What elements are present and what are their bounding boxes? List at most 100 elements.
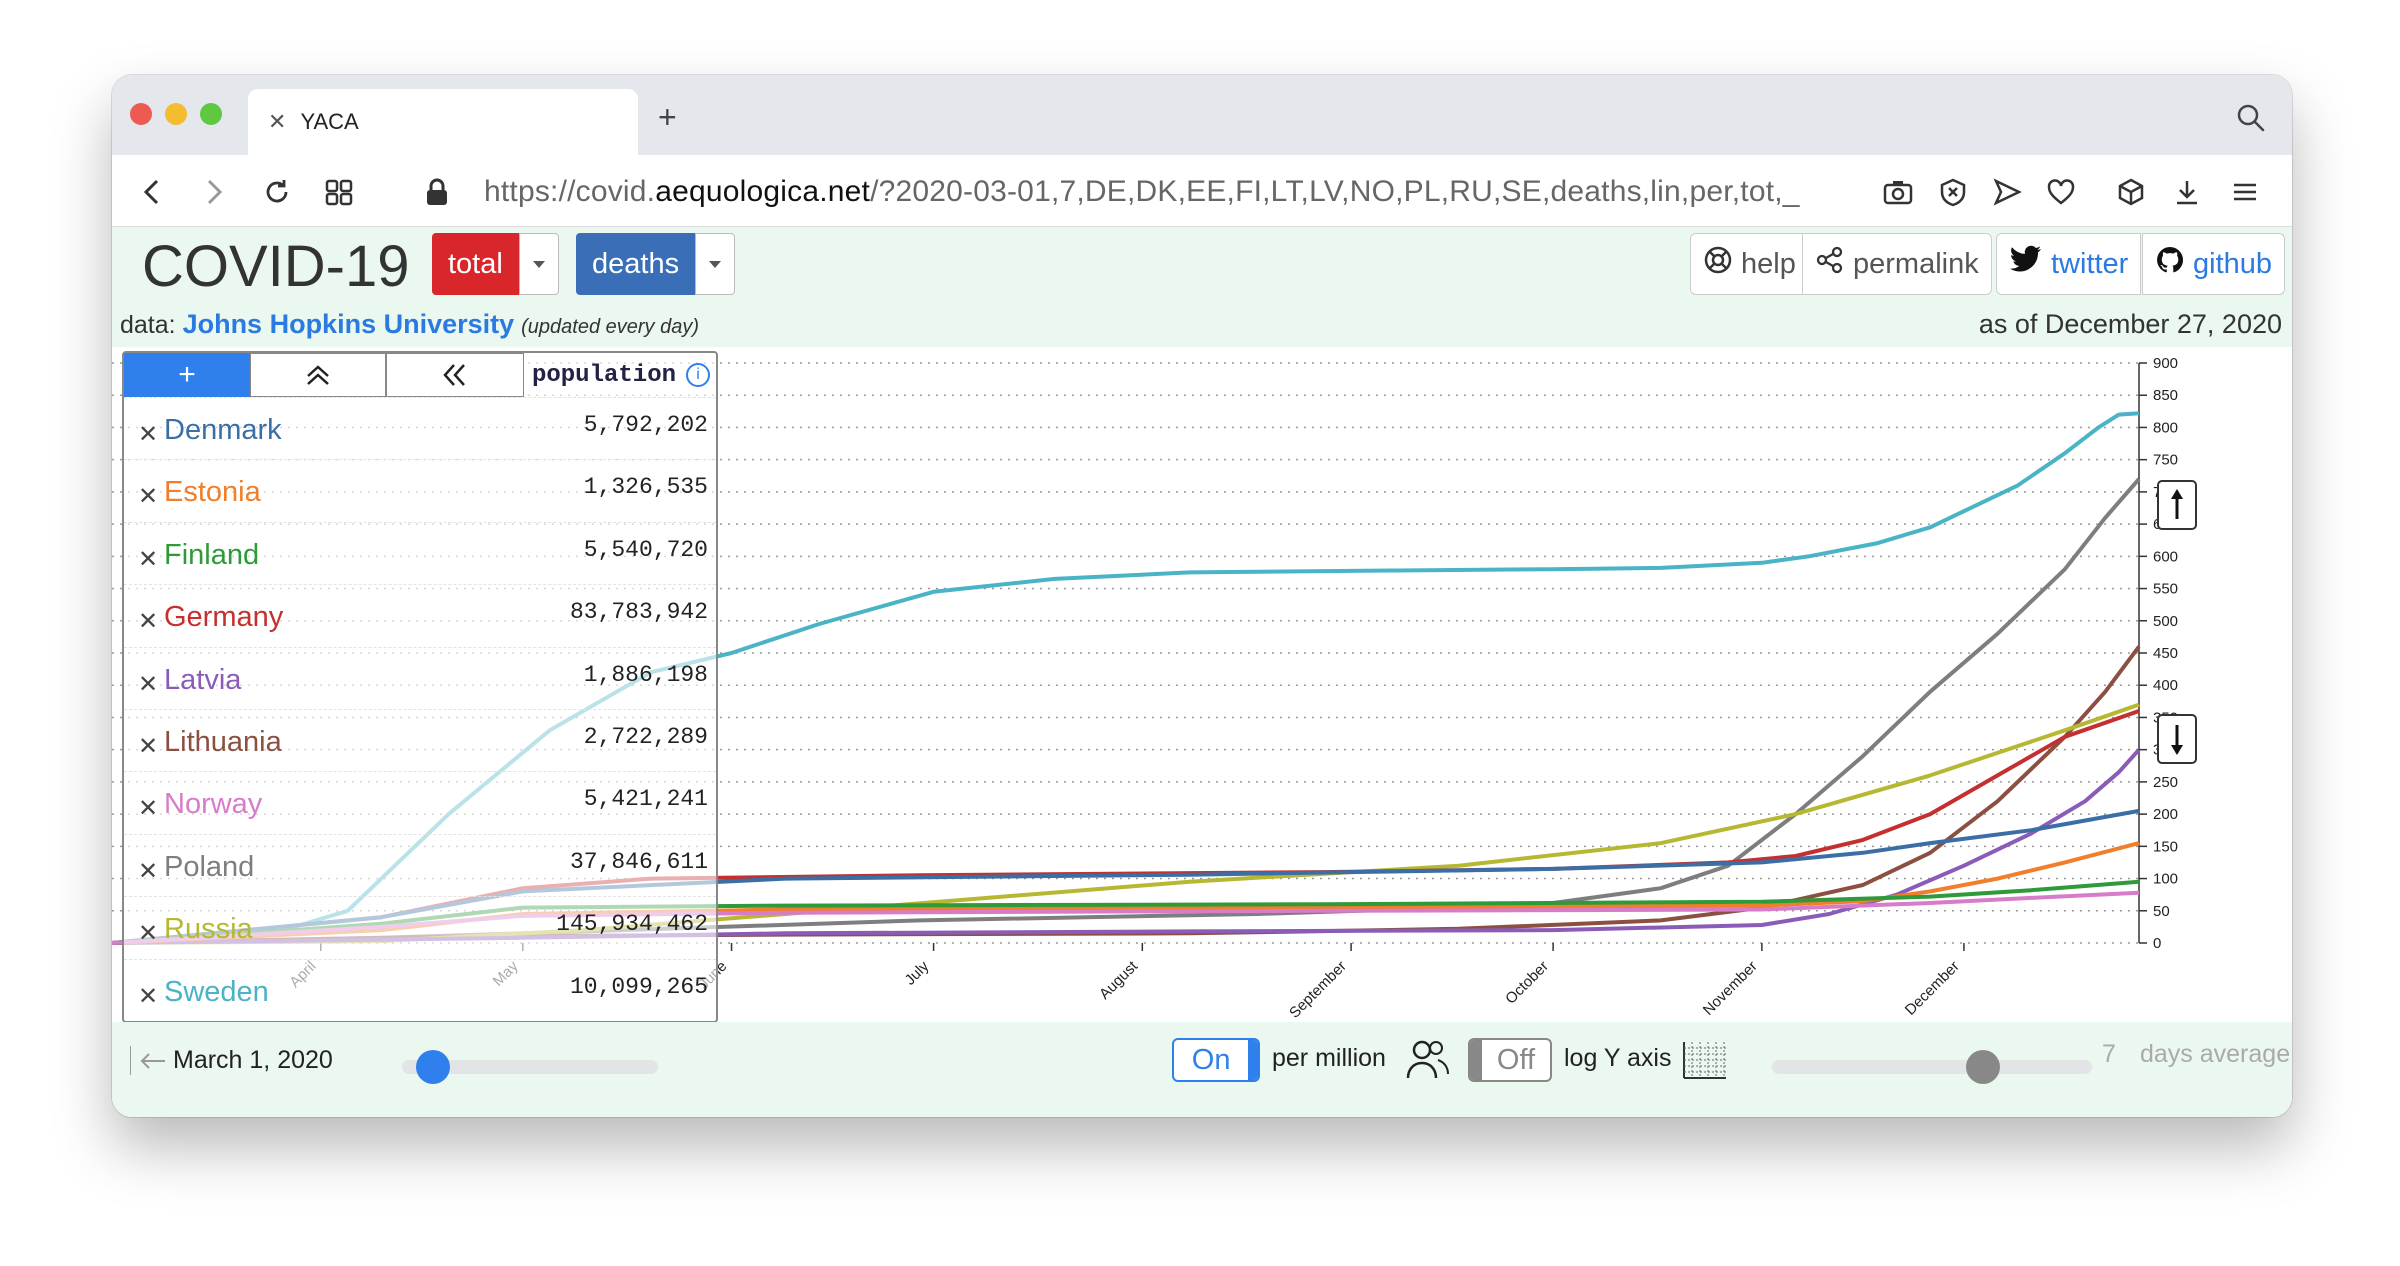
- github-label: github: [2193, 247, 2273, 280]
- average-slider[interactable]: [1772, 1050, 2092, 1084]
- country-name[interactable]: Estonia: [164, 476, 261, 509]
- y-tick-label: 150: [2153, 838, 2178, 855]
- country-population: 37,846,611: [569, 848, 708, 875]
- github-button[interactable]: github: [2142, 233, 2286, 295]
- remove-country-icon[interactable]: ✕: [138, 420, 158, 449]
- new-tab-icon[interactable]: +: [658, 99, 677, 136]
- tab-yaca[interactable]: ✕ YACA: [248, 89, 638, 155]
- country-name[interactable]: Sweden: [164, 976, 269, 1009]
- close-tab-icon[interactable]: ✕: [268, 109, 286, 135]
- country-row[interactable]: ✕ Sweden 10,099,265: [124, 958, 716, 1021]
- country-row[interactable]: ✕ Poland 37,846,611: [124, 833, 716, 896]
- remove-country-icon[interactable]: ✕: [138, 670, 158, 699]
- y-tick-label: 400: [2153, 677, 2178, 694]
- country-row[interactable]: ✕ Finland 5,540,720: [124, 521, 716, 584]
- country-row[interactable]: ✕ Germany 83,783,942: [124, 584, 716, 646]
- camera-icon[interactable]: [1882, 177, 1914, 212]
- add-country-button[interactable]: +: [124, 353, 250, 397]
- remove-country-icon[interactable]: ✕: [138, 732, 158, 761]
- search-icon[interactable]: [2236, 103, 2266, 138]
- info-icon[interactable]: i: [686, 363, 710, 387]
- share-icon: [1815, 245, 1845, 283]
- x-tick-label: December: [1902, 958, 1963, 1019]
- grid-table-icon: [1682, 1040, 1728, 1085]
- y-tick-label: 0: [2153, 935, 2161, 952]
- chevron-down-icon[interactable]: [695, 233, 736, 295]
- x-tick-label: November: [1700, 958, 1761, 1019]
- country-population: 83,783,942: [569, 599, 708, 626]
- country-row[interactable]: ✕ Latvia 1,886,198: [124, 646, 716, 709]
- chevron-down-icon[interactable]: [518, 233, 559, 295]
- bottom-controls: March 1, 2020 On per million Off log Y a…: [112, 1022, 2292, 1117]
- browser-window: ✕ YACA + https://covid.aequologica.net/?…: [112, 75, 2292, 1117]
- country-row[interactable]: ✕ Russia 145,934,462: [124, 896, 716, 958]
- forward-icon[interactable]: [202, 177, 226, 212]
- send-icon[interactable]: [1992, 177, 2022, 212]
- url-path: /?2020-03-01,7,DE,DK,EE,FI,LT,LV,NO,PL,R…: [870, 175, 1800, 208]
- date-slider[interactable]: [402, 1050, 658, 1084]
- country-row[interactable]: ✕ Estonia 1,326,535: [124, 459, 716, 521]
- collapse-up-button[interactable]: [250, 353, 386, 397]
- country-name[interactable]: Denmark: [164, 414, 282, 447]
- back-icon[interactable]: [140, 177, 164, 212]
- log-axis-toggle[interactable]: Off: [1468, 1038, 1552, 1082]
- log-axis-label: log Y axis: [1564, 1044, 1672, 1072]
- lock-icon: [424, 177, 450, 212]
- y-tick-label: 450: [2153, 645, 2178, 662]
- chart-area: 0501001502002503003504004505005506006507…: [112, 347, 2292, 1023]
- twitter-button[interactable]: twitter: [1996, 233, 2142, 295]
- country-name[interactable]: Lithuania: [164, 726, 282, 759]
- permalink-button[interactable]: permalink: [1802, 233, 1992, 295]
- cube-icon[interactable]: [2116, 177, 2146, 212]
- source-link[interactable]: Johns Hopkins University: [183, 309, 515, 339]
- remove-country-icon[interactable]: ✕: [138, 857, 158, 886]
- per-million-toggle[interactable]: On: [1172, 1038, 1260, 1082]
- country-name[interactable]: Germany: [164, 601, 283, 634]
- tab-grid-icon[interactable]: [324, 177, 354, 212]
- y-tick-label: 800: [2153, 419, 2178, 436]
- start-date-control[interactable]: March 1, 2020: [130, 1046, 333, 1075]
- toggle-handle: [1470, 1040, 1482, 1080]
- country-table: + population i ✕ Denmark 5,792,202 ✕ Estonia…: [122, 351, 718, 1023]
- country-name[interactable]: Poland: [164, 851, 254, 884]
- close-window-button[interactable]: [130, 103, 152, 125]
- average-days-value: 7: [2102, 1040, 2116, 1068]
- country-row[interactable]: ✕ Norway 5,421,241: [124, 771, 716, 833]
- heart-icon[interactable]: [2046, 177, 2076, 212]
- reload-icon[interactable]: [262, 177, 292, 212]
- address-url[interactable]: https://covid.aequologica.net/?2020-03-0…: [484, 175, 1800, 209]
- collapse-left-button[interactable]: [386, 353, 524, 397]
- country-name[interactable]: Norway: [164, 788, 262, 821]
- country-name[interactable]: Latvia: [164, 664, 241, 697]
- download-icon[interactable]: [2172, 177, 2202, 212]
- y-tick-label: 50: [2153, 903, 2170, 920]
- remove-country-icon[interactable]: ✕: [138, 794, 158, 823]
- menu-icon[interactable]: [2230, 177, 2260, 212]
- tab-title: YACA: [300, 109, 359, 134]
- toggle-handle: [1248, 1040, 1258, 1080]
- remove-country-icon[interactable]: ✕: [138, 982, 158, 1011]
- date-slider-knob[interactable]: [415, 1050, 450, 1084]
- block-icon[interactable]: [1938, 177, 1968, 212]
- country-table-header: + population i: [124, 353, 716, 397]
- country-row[interactable]: ✕ Denmark 5,792,202: [124, 397, 716, 459]
- metric-dropdown[interactable]: deaths: [576, 233, 736, 295]
- country-name[interactable]: Finland: [164, 539, 259, 572]
- help-button[interactable]: help: [1690, 233, 1809, 295]
- zoom-window-button[interactable]: [200, 103, 222, 125]
- minimize-window-button[interactable]: [165, 103, 187, 125]
- x-tick-label: September: [1286, 958, 1350, 1022]
- remove-country-icon[interactable]: ✕: [138, 919, 158, 948]
- population-header[interactable]: population i: [524, 353, 716, 397]
- remove-country-icon[interactable]: ✕: [138, 545, 158, 574]
- country-population: 5,792,202: [583, 412, 708, 438]
- remove-country-icon[interactable]: ✕: [138, 482, 158, 511]
- mode-dropdown[interactable]: total: [432, 233, 559, 295]
- y-tick-label: 100: [2153, 871, 2178, 888]
- average-slider-knob[interactable]: [1966, 1050, 2001, 1084]
- country-row[interactable]: ✕ Lithuania 2,722,289: [124, 708, 716, 771]
- remove-country-icon[interactable]: ✕: [138, 607, 158, 636]
- country-name[interactable]: Russia: [164, 913, 253, 946]
- y-tick-label: 500: [2153, 613, 2178, 630]
- navigation-bar: https://covid.aequologica.net/?2020-03-0…: [112, 155, 2292, 227]
